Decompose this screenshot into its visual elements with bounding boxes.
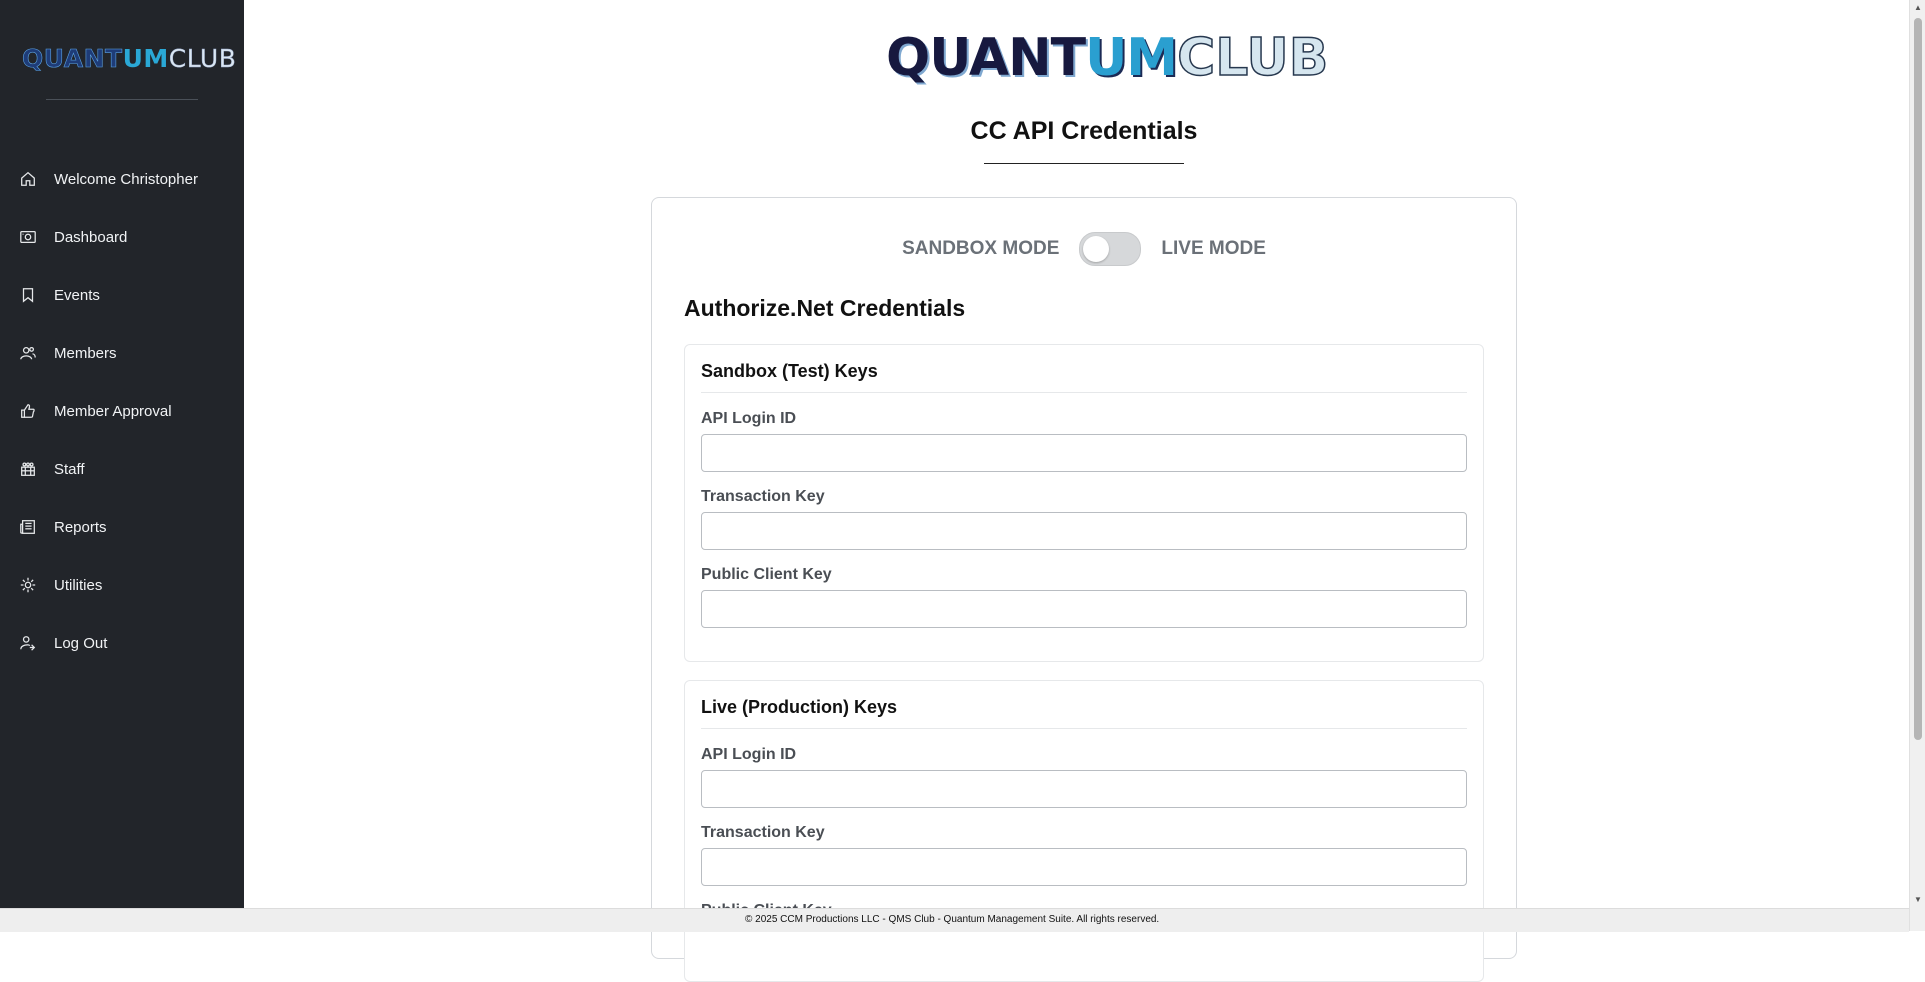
sidebar-item-label: Dashboard xyxy=(54,228,128,246)
brand-logo: QUANTUMCLUB xyxy=(886,27,1329,89)
mode-switch-row: SANDBOX MODE LIVE MODE xyxy=(652,232,1516,266)
live-mode-label: LIVE MODE xyxy=(1161,238,1266,259)
sidebar-item-events[interactable]: Events xyxy=(0,266,244,324)
sidebar: QUANTUMCLUB Welcome Christopher Dashboar… xyxy=(0,0,244,908)
live-transaction-key-label: Transaction Key xyxy=(701,824,825,841)
sidebar-item-utilities[interactable]: Utilities xyxy=(0,556,244,614)
sidebar-item-label: Welcome Christopher xyxy=(54,170,198,188)
sidebar-item-logout[interactable]: Log Out xyxy=(0,614,244,672)
footer-copyright: © 2025 CCM Productions LLC - QMS Club - … xyxy=(745,914,1160,925)
live-keys-title: Live (Production) Keys xyxy=(701,697,898,717)
section-title: Authorize.Net Credentials xyxy=(684,295,966,321)
newspaper-icon xyxy=(18,517,38,537)
live-transaction-key-input[interactable] xyxy=(701,848,1467,886)
sandbox-transaction-key-label: Transaction Key xyxy=(701,488,825,505)
bookmark-icon xyxy=(18,285,38,305)
footer: © 2025 CCM Productions LLC - QMS Club - … xyxy=(0,908,1909,932)
sidebar-item-reports[interactable]: Reports xyxy=(0,498,244,556)
gear-icon xyxy=(18,575,38,595)
page-title: CC API Credentials xyxy=(970,117,1198,145)
sidebar-item-label: Events xyxy=(54,286,100,304)
staff-icon xyxy=(18,459,38,479)
main-content: QUANTUMCLUB CC API Credentials SANDBOX M… xyxy=(244,0,1909,982)
live-api-login-label: API Login ID xyxy=(701,746,797,763)
sandbox-api-login-label: API Login ID xyxy=(701,410,797,427)
home-icon xyxy=(18,169,38,189)
credentials-card: SANDBOX MODE LIVE MODE Authorize.Net Cre… xyxy=(651,197,1517,982)
logo-text-quant: QUANT xyxy=(22,44,123,74)
live-keys-panel: Live (Production) Keys API Login ID Tran… xyxy=(684,680,1484,982)
live-api-login-input[interactable] xyxy=(701,770,1467,808)
logo-text-club: CLUB xyxy=(168,44,237,73)
sidebar-item-staff[interactable]: Staff xyxy=(0,440,244,498)
sidebar-item-members[interactable]: Members xyxy=(0,324,244,382)
panel-divider xyxy=(701,728,1467,729)
title-underline xyxy=(984,163,1184,164)
sidebar-item-dashboard[interactable]: Dashboard xyxy=(0,208,244,266)
logo-text-um: UM xyxy=(122,44,169,73)
sandbox-transaction-key-input[interactable] xyxy=(701,512,1467,550)
sandbox-public-client-key-label: Public Client Key xyxy=(701,566,832,583)
sidebar-item-label: Log Out xyxy=(54,634,108,652)
brand-text-quant: QUANT xyxy=(886,28,1086,88)
sidebar-item-member-approval[interactable]: Member Approval xyxy=(0,382,244,440)
page-scrollbar[interactable]: ▲ ▼ xyxy=(1909,0,1925,931)
sidebar-item-label: Member Approval xyxy=(54,402,172,420)
sidebar-item-label: Reports xyxy=(54,518,107,536)
sidebar-item-welcome[interactable]: Welcome Christopher xyxy=(0,150,244,208)
thumbs-up-icon xyxy=(18,401,38,421)
sandbox-api-login-input[interactable] xyxy=(701,434,1467,472)
scroll-up-arrow-icon[interactable]: ▲ xyxy=(1910,0,1925,16)
users-icon xyxy=(18,343,38,363)
brand-text-club: CLUB xyxy=(1176,27,1329,89)
scroll-down-arrow-icon[interactable]: ▼ xyxy=(1910,892,1925,908)
sandbox-keys-panel: Sandbox (Test) Keys API Login ID Transac… xyxy=(684,344,1484,662)
scroll-thumb[interactable] xyxy=(1914,18,1922,740)
sidebar-item-label: Members xyxy=(54,344,117,362)
sidebar-item-label: Staff xyxy=(54,460,85,478)
sidebar-nav: Welcome Christopher Dashboard Events Mem… xyxy=(0,150,244,672)
sandbox-keys-title: Sandbox (Test) Keys xyxy=(701,361,878,381)
sidebar-divider xyxy=(46,99,198,100)
logout-icon xyxy=(18,633,38,653)
dashboard-icon xyxy=(18,227,38,247)
brand-text-um: UM xyxy=(1085,28,1178,88)
mode-toggle[interactable] xyxy=(1079,232,1142,266)
sidebar-logo[interactable]: QUANTUMCLUB xyxy=(22,44,237,74)
toggle-knob xyxy=(1083,236,1110,262)
sandbox-public-client-key-input[interactable] xyxy=(701,590,1467,628)
sandbox-mode-label: SANDBOX MODE xyxy=(902,238,1060,259)
sidebar-item-label: Utilities xyxy=(54,576,103,594)
panel-divider xyxy=(701,392,1467,393)
